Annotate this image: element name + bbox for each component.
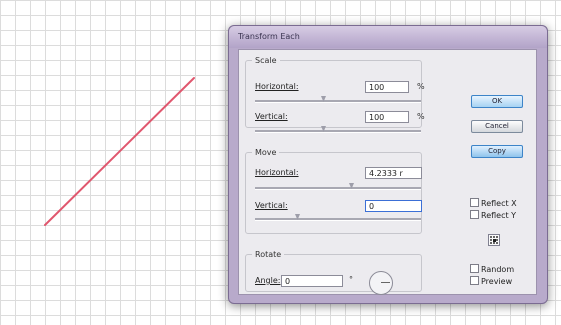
rotate-angle-unit: ° (349, 275, 353, 284)
move-legend: Move (255, 148, 277, 157)
preview-checkbox-box[interactable] (470, 276, 479, 285)
refpoint-middle-right[interactable] (496, 239, 498, 241)
move-horizontal-label: Horizontal: (255, 168, 299, 177)
scale-horizontal-slider-track[interactable] (255, 100, 421, 103)
random-checkbox[interactable]: Random (470, 264, 514, 274)
move-horizontal-slider-track[interactable] (255, 187, 421, 190)
scale-legend: Scale (255, 56, 277, 65)
rotate-angle-input[interactable]: 0 (281, 275, 343, 287)
ok-button[interactable]: OK (471, 95, 523, 108)
copy-button[interactable]: Copy (471, 145, 523, 158)
move-horizontal-input[interactable]: 4.2333 r (365, 167, 422, 179)
reflect-y-checkbox-box[interactable] (470, 210, 479, 219)
dialog-body: Scale Horizontal: 100 % Vertical: 100 % … (238, 49, 537, 295)
refpoint-middle-left[interactable] (490, 239, 492, 241)
preview-label: Preview (481, 277, 513, 286)
scale-vertical-input[interactable]: 100 (365, 111, 409, 123)
reflect-x-checkbox[interactable]: Reflect X (470, 198, 517, 208)
preview-checkbox[interactable]: Preview (470, 276, 512, 286)
scale-vertical-label: Vertical: (255, 112, 288, 121)
cancel-button[interactable]: Cancel (471, 120, 523, 133)
scale-vertical-slider-track[interactable] (255, 130, 421, 133)
move-vertical-label: Vertical: (255, 201, 288, 210)
refpoint-bottom-center[interactable] (493, 242, 495, 244)
rotate-dial-hand (381, 282, 390, 283)
reference-point-locator-icon[interactable] (488, 234, 500, 246)
random-label: Random (481, 265, 515, 274)
rotate-angle-dial[interactable] (369, 271, 393, 295)
scale-vertical-unit: % (417, 112, 425, 121)
move-group: Move (245, 148, 422, 234)
refpoint-top-right[interactable] (496, 236, 498, 238)
move-vertical-input[interactable]: 0 (365, 200, 422, 212)
random-checkbox-box[interactable] (470, 264, 479, 273)
dialog-titlebar[interactable]: Transform Each (229, 26, 547, 48)
selected-line-path[interactable] (44, 77, 195, 226)
reflect-y-checkbox[interactable]: Reflect Y (470, 210, 516, 220)
reflect-x-label: Reflect X (481, 199, 517, 208)
refpoint-bottom-right[interactable] (496, 242, 498, 244)
refpoint-bottom-left[interactable] (490, 242, 492, 244)
scale-horizontal-unit: % (417, 82, 425, 91)
transform-each-dialog: Transform Each Scale Horizontal: 100 % V… (228, 25, 548, 304)
refpoint-top-left[interactable] (490, 236, 492, 238)
dialog-title: Transform Each (238, 32, 300, 41)
scale-horizontal-input[interactable]: 100 (365, 81, 409, 93)
reflect-x-checkbox-box[interactable] (470, 198, 479, 207)
move-vertical-slider-track[interactable] (255, 218, 421, 221)
refpoint-top-center[interactable] (493, 236, 495, 238)
rotate-angle-label: Angle: (255, 276, 281, 285)
reflect-y-label: Reflect Y (481, 211, 517, 220)
scale-horizontal-label: Horizontal: (255, 82, 299, 91)
rotate-legend: Rotate (255, 250, 282, 259)
